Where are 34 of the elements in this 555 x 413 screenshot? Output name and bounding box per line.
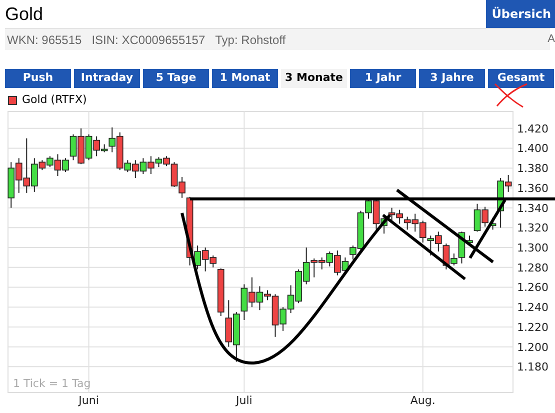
period-tab[interactable]: 5 Tage [143,69,209,88]
period-tab[interactable]: Gesamt [488,69,554,88]
period-tab[interactable]: 1 Jahr [350,69,416,88]
period-tab[interactable]: 3 Jahre [419,69,485,88]
period-tab[interactable]: 1 Monat [212,69,278,88]
tick-note: 1 Tick = 1 Tag [13,377,91,390]
y-axis-label: 1.260 [517,281,548,294]
cross-mark-icon [493,82,529,108]
y-axis-label: 1.280 [517,261,548,274]
y-axis-label: 1.320 [517,222,548,235]
legend-swatch [8,96,17,104]
info-text: Typ: Rohstoff [215,32,286,48]
y-axis-label: 1.420 [517,122,548,136]
overview-button[interactable]: Übersich [486,0,555,28]
y-axis-label: 1.360 [517,182,548,195]
y-axis-label: 1.380 [517,162,548,176]
y-axis-label: 1.300 [517,242,548,255]
x-axis-label: Juli [236,394,252,407]
period-tab[interactable]: Push [5,69,71,88]
legend-label: Gold (RTFX) [22,92,87,108]
x-axis-label: Aug. [410,394,436,407]
y-axis-label: 1.340 [517,202,548,215]
y-axis-label: 1.400 [517,142,548,156]
x-axis-label: Juni [78,394,99,407]
period-tab[interactable]: Intraday [74,69,140,88]
info-text: ISIN: XC0009655157 [92,32,206,48]
period-tab[interactable]: 3 Monate [281,69,347,88]
y-axis-label: 1.220 [517,320,548,334]
info-text: A [548,32,555,48]
y-axis-label: 1.200 [517,340,548,354]
page-title: Gold [5,3,44,25]
info-text: WKN: 965515 [7,32,82,48]
y-axis-label: 1.240 [517,301,548,314]
y-axis-label: 1.180 [517,360,548,374]
